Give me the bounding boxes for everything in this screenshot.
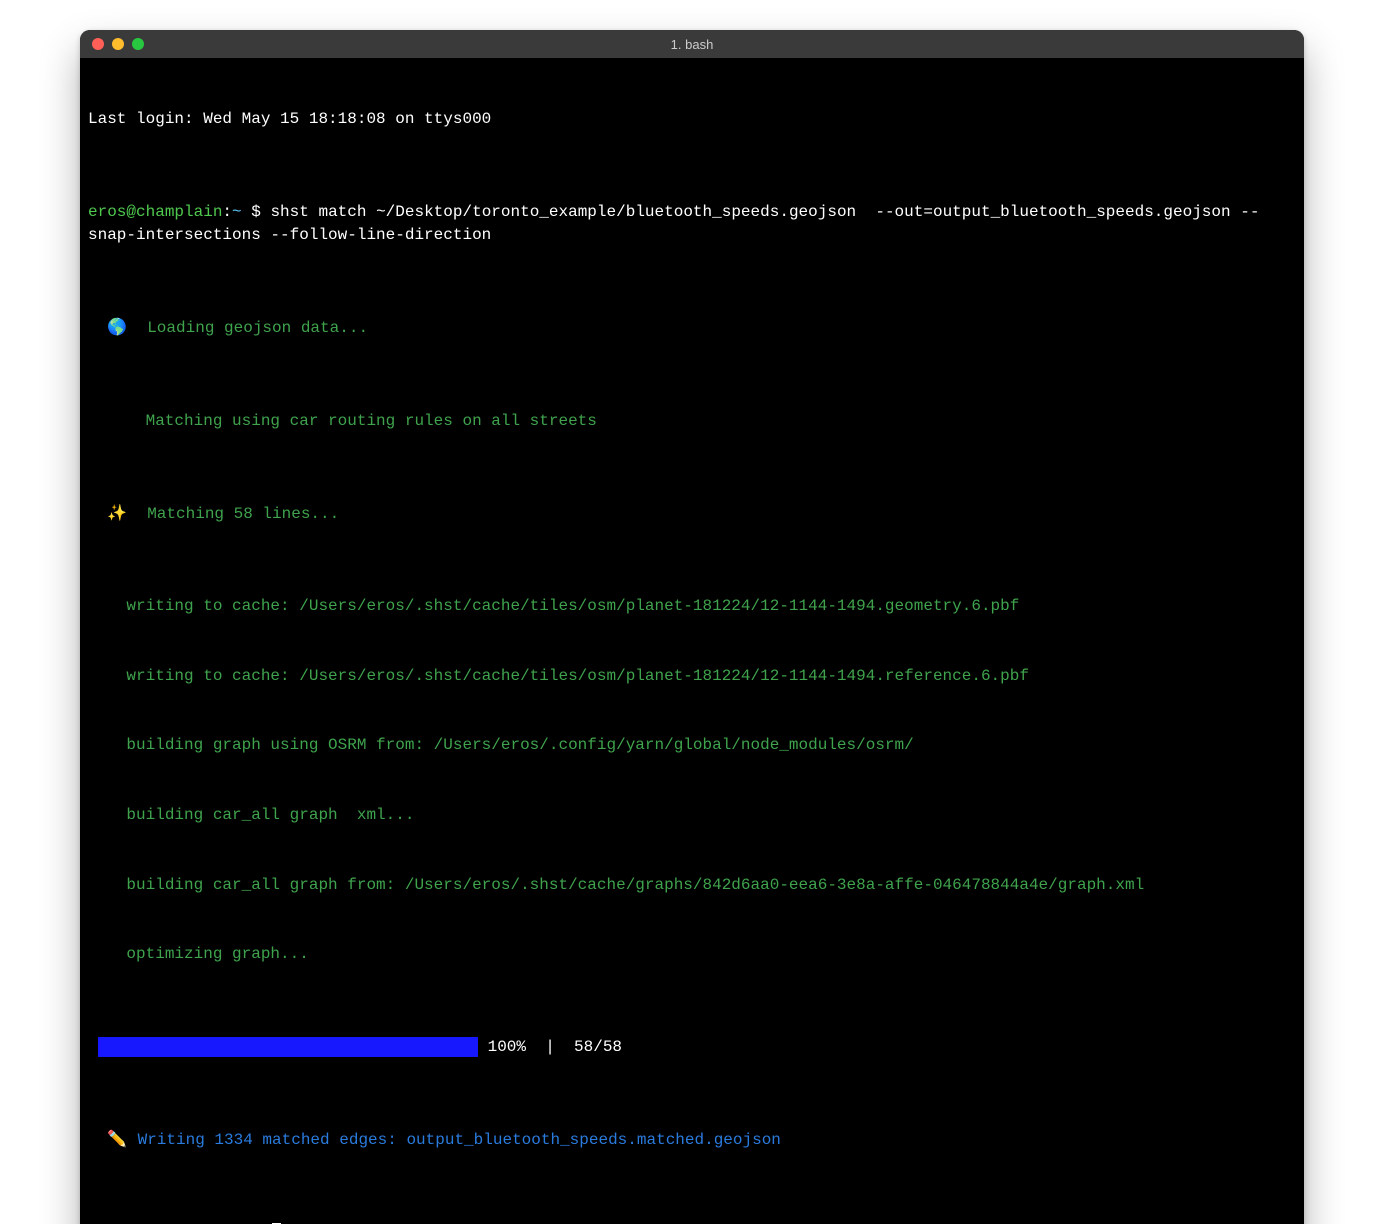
pencil-icon: ✏️ (107, 1129, 128, 1152)
last-login-line: Last login: Wed May 15 18:18:08 on ttys0… (88, 108, 1296, 131)
cache-line-2: writing to cache: /Users/eros/.shst/cach… (88, 665, 1296, 688)
routing-rules-line: Matching using car routing rules on all … (88, 410, 1296, 433)
final-prompt-line: eros@champlain:~ $ (88, 1221, 1296, 1224)
minimize-icon[interactable] (112, 38, 124, 50)
writing-text: Writing 1334 matched edges: output_bluet… (128, 1131, 781, 1149)
terminal-window: 1. bash Last login: Wed May 15 18:18:08 … (80, 30, 1304, 1224)
matching-lines-line: ✨ Matching 58 lines... (88, 503, 1296, 526)
sparkle-icon: ✨ (107, 503, 128, 526)
car-xml-line: building car_all graph xml... (88, 804, 1296, 827)
matching-text: Matching 58 lines... (128, 505, 339, 523)
progress-bar (98, 1037, 478, 1057)
loading-text: Loading geojson data... (128, 319, 368, 337)
car-from-line: building car_all graph from: /Users/eros… (88, 874, 1296, 897)
progress-row: 100% | 58/58 (88, 1036, 1296, 1059)
osrm-line: building graph using OSRM from: /Users/e… (88, 734, 1296, 757)
close-icon[interactable] (92, 38, 104, 50)
maximize-icon[interactable] (132, 38, 144, 50)
terminal-body[interactable]: Last login: Wed May 15 18:18:08 on ttys0… (80, 58, 1304, 1224)
command-line: eros@champlain:~ $ shst match ~/Desktop/… (88, 201, 1296, 247)
loading-line: 🌎 Loading geojson data... (88, 317, 1296, 340)
progress-text: 100% | 58/58 (488, 1036, 622, 1059)
prompt-user-host: eros@champlain (88, 1223, 222, 1224)
globe-icon: 🌎 (107, 317, 128, 340)
window-title: 1. bash (80, 37, 1304, 52)
prompt-path: ~ (232, 203, 242, 221)
prompt-user-host: eros@champlain (88, 203, 222, 221)
writing-edges-line: ✏️ Writing 1334 matched edges: output_bl… (88, 1129, 1296, 1152)
cache-line-1: writing to cache: /Users/eros/.shst/cach… (88, 595, 1296, 618)
optimizing-line: optimizing graph... (88, 943, 1296, 966)
prompt-path: ~ (232, 1223, 242, 1224)
prompt-sep: : (222, 1223, 232, 1224)
prompt-dollar: $ (242, 1223, 271, 1224)
traffic-lights (92, 38, 144, 50)
window-titlebar[interactable]: 1. bash (80, 30, 1304, 58)
prompt-sep: : (222, 203, 232, 221)
prompt-dollar: $ (242, 203, 271, 221)
cursor (272, 1223, 281, 1224)
